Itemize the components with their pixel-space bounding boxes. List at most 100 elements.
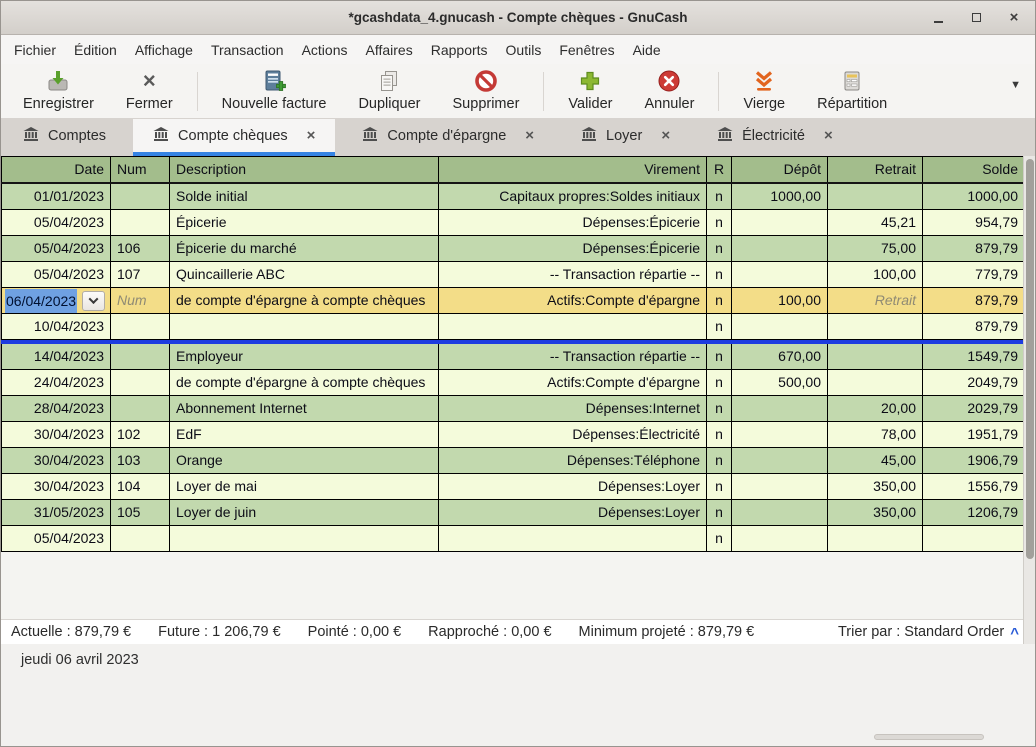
cell-transfer[interactable]: Actifs:Compte d'épargne xyxy=(439,370,707,395)
menu-outils[interactable]: Outils xyxy=(497,38,551,62)
cell-description[interactable]: de compte d'épargne à compte chèques xyxy=(170,288,439,313)
cell-withdrawal[interactable] xyxy=(828,370,923,395)
cell-num[interactable] xyxy=(111,370,170,395)
cell-date[interactable]: 01/01/2023 xyxy=(1,184,111,209)
cell-transfer[interactable]: -- Transaction répartie -- xyxy=(439,262,707,287)
cell-balance[interactable]: 1549,79 xyxy=(923,344,1025,369)
cell-num[interactable]: 103 xyxy=(111,448,170,473)
vertical-scrollbar[interactable] xyxy=(1023,156,1035,687)
cell-description[interactable] xyxy=(170,314,439,339)
cell-description[interactable]: Employeur xyxy=(170,344,439,369)
cell-date[interactable]: 05/04/2023 xyxy=(1,526,111,551)
close-icon[interactable]: × xyxy=(1007,10,1021,25)
cell-date[interactable]: 10/04/2023 xyxy=(1,314,111,339)
cell-description[interactable]: Solde initial xyxy=(170,184,439,209)
cell-transfer[interactable]: Actifs:Compte d'épargne xyxy=(439,288,707,313)
cell-transfer[interactable]: Capitaux propres:Soldes initiaux xyxy=(439,184,707,209)
split-button[interactable]: Répartition xyxy=(801,67,903,116)
cell-deposit[interactable] xyxy=(732,210,828,235)
maximize-icon[interactable] xyxy=(969,11,983,25)
tab-close-icon[interactable]: × xyxy=(307,128,316,143)
date-input[interactable]: 06/04/2023 xyxy=(5,288,78,313)
tab-compte-cheques[interactable]: Compte chèques × xyxy=(133,119,336,156)
cell-reconcile[interactable]: n xyxy=(707,500,732,525)
menu-aide[interactable]: Aide xyxy=(624,38,670,62)
blank-transaction-button[interactable]: Vierge xyxy=(727,67,801,116)
cell-transfer[interactable] xyxy=(439,314,707,339)
cell-balance[interactable]: 779,79 xyxy=(923,262,1025,287)
cell-description[interactable] xyxy=(170,526,439,551)
cell-transfer[interactable]: Dépenses:Téléphone xyxy=(439,448,707,473)
cell-withdrawal[interactable]: Retrait xyxy=(828,288,923,313)
cell-deposit[interactable]: 500,00 xyxy=(732,370,828,395)
cell-deposit[interactable] xyxy=(732,262,828,287)
cell-date[interactable]: 24/04/2023 xyxy=(1,370,111,395)
menu-actions[interactable]: Actions xyxy=(293,38,357,62)
cell-date[interactable]: 06/04/2023 xyxy=(1,288,111,313)
cell-deposit[interactable] xyxy=(732,448,828,473)
col-solde[interactable]: Solde xyxy=(923,157,1025,182)
cell-reconcile[interactable]: n xyxy=(707,344,732,369)
cell-reconcile[interactable]: n xyxy=(707,236,732,261)
cell-reconcile[interactable]: n xyxy=(707,210,732,235)
cell-reconcile[interactable]: n xyxy=(707,422,732,447)
cell-reconcile[interactable]: n xyxy=(707,526,732,551)
menu-edition[interactable]: Édition xyxy=(65,38,126,62)
col-date[interactable]: Date xyxy=(1,157,111,182)
cell-date[interactable]: 28/04/2023 xyxy=(1,396,111,421)
cell-transfer[interactable]: Dépenses:Internet xyxy=(439,396,707,421)
cell-withdrawal[interactable]: 350,00 xyxy=(828,500,923,525)
cell-reconcile[interactable]: n xyxy=(707,184,732,209)
cell-date[interactable]: 30/04/2023 xyxy=(1,474,111,499)
cell-withdrawal[interactable] xyxy=(828,526,923,551)
cell-balance[interactable]: 1951,79 xyxy=(923,422,1025,447)
date-dropdown-button[interactable] xyxy=(82,290,106,311)
menu-affaires[interactable]: Affaires xyxy=(357,38,422,62)
cell-balance[interactable]: 1000,00 xyxy=(923,184,1025,209)
cell-deposit[interactable]: 100,00 xyxy=(732,288,828,313)
cell-withdrawal[interactable] xyxy=(828,344,923,369)
cell-deposit[interactable]: 670,00 xyxy=(732,344,828,369)
cell-reconcile[interactable]: n xyxy=(707,448,732,473)
minimize-icon[interactable] xyxy=(931,11,945,25)
chevron-down-icon[interactable]: ▼ xyxy=(1010,79,1029,105)
cell-balance[interactable]: 879,79 xyxy=(923,236,1025,261)
cell-num[interactable]: 106 xyxy=(111,236,170,261)
delete-button[interactable]: Supprimer xyxy=(437,67,536,116)
cell-description[interactable]: Épicerie du marché xyxy=(170,236,439,261)
cell-transfer[interactable]: Dépenses:Épicerie xyxy=(439,236,707,261)
cell-num[interactable]: Num xyxy=(111,288,170,313)
cell-balance[interactable]: 879,79 xyxy=(923,314,1025,339)
cell-balance[interactable]: 1906,79 xyxy=(923,448,1025,473)
cell-num[interactable] xyxy=(111,210,170,235)
cell-reconcile[interactable]: n xyxy=(707,262,732,287)
cell-deposit[interactable] xyxy=(732,236,828,261)
tab-close-icon[interactable]: × xyxy=(824,128,833,143)
menu-transaction[interactable]: Transaction xyxy=(202,38,293,62)
cell-balance[interactable] xyxy=(923,526,1025,551)
tab-loyer[interactable]: Loyer × xyxy=(561,119,690,156)
cell-description[interactable]: Orange xyxy=(170,448,439,473)
cell-deposit[interactable] xyxy=(732,474,828,499)
cell-date[interactable]: 05/04/2023 xyxy=(1,262,111,287)
cell-withdrawal[interactable] xyxy=(828,314,923,339)
cell-description[interactable]: Quincaillerie ABC xyxy=(170,262,439,287)
cell-balance[interactable]: 2049,79 xyxy=(923,370,1025,395)
col-description[interactable]: Description xyxy=(170,157,439,182)
col-retrait[interactable]: Retrait xyxy=(828,157,923,182)
tab-comptes[interactable]: Comptes xyxy=(3,119,126,156)
cell-reconcile[interactable]: n xyxy=(707,370,732,395)
cell-withdrawal[interactable]: 78,00 xyxy=(828,422,923,447)
cell-num[interactable] xyxy=(111,344,170,369)
cell-reconcile[interactable]: n xyxy=(707,474,732,499)
save-button[interactable]: Enregistrer xyxy=(7,67,110,116)
col-virement[interactable]: Virement xyxy=(439,157,707,182)
cell-transfer[interactable]: Dépenses:Électricité xyxy=(439,422,707,447)
scrollbar-thumb[interactable] xyxy=(1025,159,1034,559)
cell-withdrawal[interactable]: 75,00 xyxy=(828,236,923,261)
cell-withdrawal[interactable]: 100,00 xyxy=(828,262,923,287)
cell-withdrawal[interactable]: 350,00 xyxy=(828,474,923,499)
cell-date[interactable]: 31/05/2023 xyxy=(1,500,111,525)
cell-description[interactable]: Loyer de mai xyxy=(170,474,439,499)
cell-date[interactable]: 05/04/2023 xyxy=(1,236,111,261)
